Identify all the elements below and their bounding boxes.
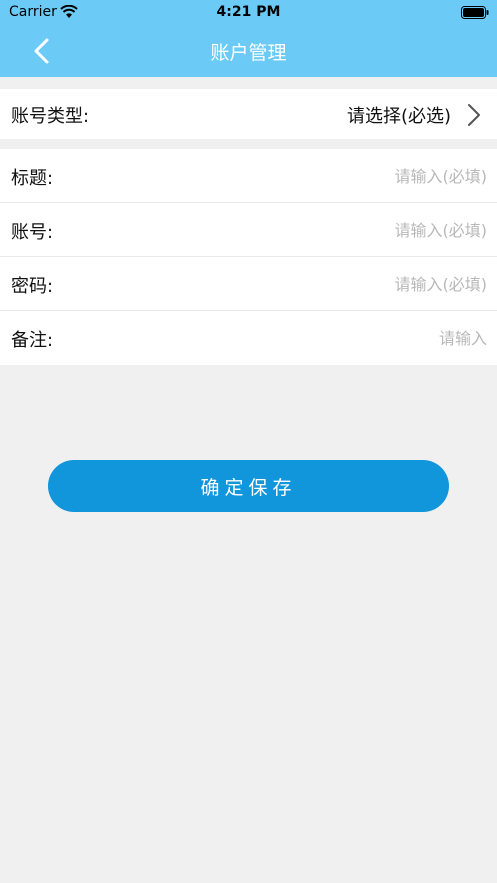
chevron-right-icon xyxy=(468,104,480,126)
note-input[interactable] xyxy=(187,321,487,355)
account-label: 账号: xyxy=(11,222,54,243)
password-input[interactable] xyxy=(187,267,487,301)
account-type-label: 账号类型: xyxy=(11,106,90,127)
nav-bar: 账户管理 xyxy=(0,25,497,77)
save-button[interactable]: 确定保存 xyxy=(48,460,449,512)
password-label: 密码: xyxy=(11,276,54,297)
account-input[interactable] xyxy=(187,213,487,247)
page-title: 账户管理 xyxy=(210,42,287,64)
title-input[interactable] xyxy=(187,159,487,193)
account-field-row: 账号: xyxy=(0,203,497,257)
account-type-select[interactable]: 账号类型: 请选择(必选) xyxy=(0,89,497,139)
note-label: 备注: xyxy=(11,330,54,351)
title-field-row: 标题: xyxy=(0,149,497,203)
account-form: 标题: 账号: 密码: 备注: xyxy=(0,149,497,365)
title-label: 标题: xyxy=(11,168,54,189)
battery-icon xyxy=(461,6,489,19)
note-field-row: 备注: xyxy=(0,311,497,365)
status-time: 4:21 PM xyxy=(216,4,281,20)
account-type-value: 请选择(必选) xyxy=(346,106,451,127)
password-field-row: 密码: xyxy=(0,257,497,311)
status-bar: Carrier 4:21 PM xyxy=(0,0,497,25)
